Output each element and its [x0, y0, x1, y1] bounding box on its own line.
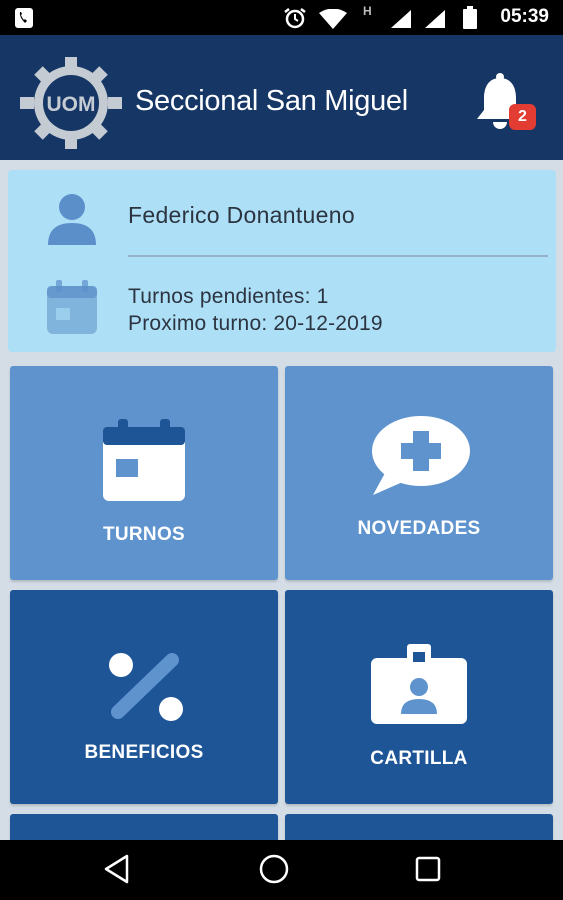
- home-icon[interactable]: [258, 853, 290, 885]
- notification-badge: 2: [509, 104, 536, 130]
- chat-add-icon: [372, 416, 470, 495]
- next-appointment-text: Proximo turno: 20-12-2019: [128, 312, 383, 335]
- novedades-label: NOVEDADES: [357, 518, 481, 539]
- network-type-label: H: [363, 4, 372, 18]
- pending-appointments-text: Turnos pendientes: 1: [128, 285, 329, 308]
- system-navigation-bar: [0, 840, 563, 900]
- novedades-tile[interactable]: NOVEDADES: [285, 366, 553, 580]
- signal-icon-2: [425, 10, 445, 28]
- signal-icon: [391, 10, 411, 28]
- beneficios-tile[interactable]: BENEFICIOS: [10, 590, 278, 804]
- cartilla-label: CARTILLA: [370, 748, 468, 769]
- battery-icon: [463, 6, 477, 29]
- beneficios-label: BENEFICIOS: [84, 742, 204, 763]
- clock: 05:39: [500, 6, 549, 27]
- turnos-label: TURNOS: [102, 524, 186, 545]
- back-icon[interactable]: [103, 854, 131, 884]
- appointments-summary: Turnos pendientes: 1 Proximo turno: 20-1…: [128, 283, 383, 337]
- id-badge-icon: [371, 644, 467, 724]
- calendar-icon: [47, 280, 97, 334]
- user-avatar-icon: [48, 194, 96, 245]
- card-divider: [128, 255, 548, 257]
- uom-logo: UOM: [20, 57, 122, 149]
- phone-notification-icon: [15, 8, 33, 28]
- alarm-icon: [284, 8, 306, 29]
- user-info-card: Federico Donantueno Turnos pendientes: 1…: [8, 170, 556, 352]
- percent-icon: [109, 653, 183, 721]
- app-title: Seccional San Miguel: [135, 85, 408, 117]
- recents-icon[interactable]: [414, 855, 442, 883]
- wifi-icon: [319, 9, 347, 29]
- app-bar: UOM Seccional San Miguel 2: [0, 35, 563, 160]
- calendar-icon: [103, 419, 185, 501]
- status-bar: H 05:39: [0, 0, 563, 35]
- svg-text:UOM: UOM: [47, 93, 96, 116]
- turnos-tile[interactable]: TURNOS: [10, 366, 278, 580]
- cartilla-tile[interactable]: CARTILLA: [285, 590, 553, 804]
- user-name: Federico Donantueno: [128, 202, 355, 228]
